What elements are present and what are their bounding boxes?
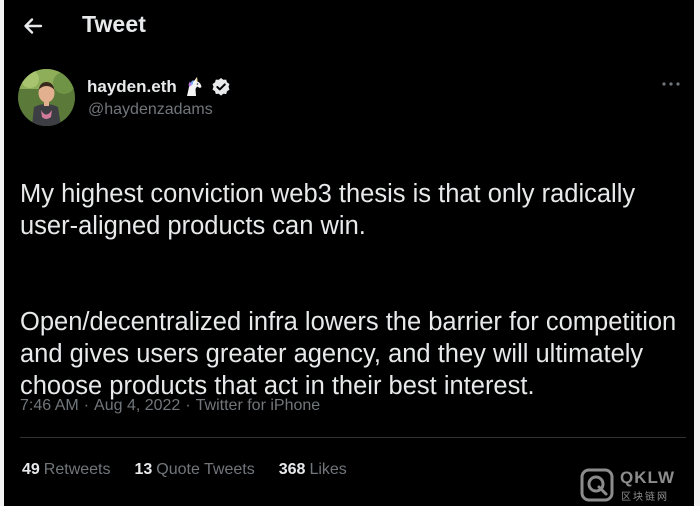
- header-bar: Tweet: [4, 0, 694, 52]
- meta-separator: ·: [185, 397, 191, 414]
- verified-badge-icon: [212, 78, 230, 96]
- meta-separator: ·: [83, 397, 90, 414]
- tweet-stats: 49 Retweets 13 Quote Tweets 368 Likes: [22, 461, 347, 479]
- watermark-text: QKLW: [620, 468, 675, 487]
- retweets-label: Retweets: [43, 461, 111, 478]
- likes-count: 368: [278, 461, 306, 478]
- tweet-paragraph: Open/decentralized infra lowers the barr…: [20, 308, 677, 400]
- author-name-row: hayden.eth: [87, 75, 231, 99]
- more-options-button[interactable]: [660, 76, 682, 92]
- tweet-text: My highest conviction web3 thesis is tha…: [20, 146, 688, 466]
- retweets-count: 49: [22, 461, 40, 478]
- avatar-image: [18, 69, 75, 126]
- tweet-detail-screen: Tweet hayden.eth @haydenzadams My highes…: [4, 0, 694, 506]
- quote-tweets-stat[interactable]: 13 Quote Tweets: [135, 461, 255, 479]
- tweet-time[interactable]: 7:46 AM: [20, 397, 79, 415]
- quote-tweets-count: 13: [134, 461, 153, 478]
- display-name[interactable]: hayden.eth: [87, 77, 177, 97]
- retweets-stat[interactable]: 49 Retweets: [22, 461, 111, 479]
- arrow-left-icon: [24, 18, 43, 34]
- tweet-paragraph: My highest conviction web3 thesis is tha…: [20, 180, 636, 240]
- likes-label: Likes: [309, 461, 347, 478]
- avatar[interactable]: [18, 69, 75, 126]
- quote-tweets-label: Quote Tweets: [156, 461, 255, 478]
- back-button[interactable]: [20, 13, 46, 39]
- watermark: QKLW 区块链网: [580, 468, 692, 503]
- page-title: Tweet: [82, 11, 146, 37]
- likes-stat[interactable]: 368 Likes: [279, 461, 347, 479]
- tweet-date[interactable]: Aug 4, 2022: [94, 397, 180, 415]
- watermark-subtext: 区块链网: [621, 492, 669, 503]
- author-handle[interactable]: @haydenzadams: [88, 101, 213, 119]
- more-horizontal-icon: [662, 82, 680, 86]
- divider: [20, 437, 686, 438]
- tweet-metadata: 7:46 AM · Aug 4, 2022 · Twitter for iPho…: [20, 397, 320, 415]
- tweet-source[interactable]: Twitter for iPhone: [196, 397, 321, 415]
- watermark-logo-icon: [580, 468, 614, 502]
- unicorn-icon: [186, 77, 202, 96]
